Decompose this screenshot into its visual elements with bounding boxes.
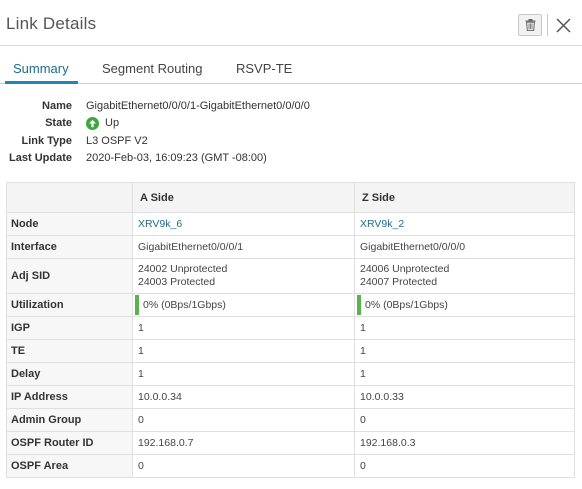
tab-segment-routing[interactable]: Segment Routing — [102, 61, 202, 76]
a-side-adj-sid-protected: 24003 Protected — [138, 276, 216, 288]
row-label-ospf-area: OSPF Area — [6, 454, 133, 478]
state-value-wrap: Up — [86, 116, 120, 130]
table-header-z-side: Z Side — [354, 182, 575, 213]
z-side-ospf-router-id: 192.168.0.3 — [354, 431, 575, 455]
delete-button[interactable] — [518, 14, 542, 36]
tab-summary[interactable]: Summary — [13, 61, 69, 76]
utilization-bar — [357, 295, 361, 315]
table-row: OSPF Router ID 192.168.0.7 192.168.0.3 — [6, 431, 575, 455]
z-side-ospf-area: 0 — [354, 454, 575, 478]
table-row: TE 1 1 — [6, 339, 575, 363]
row-label-te: TE — [6, 339, 133, 363]
summary-row-name: Name GigabitEthernet0/0/0/1-GigabitEther… — [0, 98, 582, 114]
table-row: IP Address 10.0.0.34 10.0.0.33 — [6, 385, 575, 409]
tab-bar: Summary Segment Routing RSVP-TE — [0, 46, 582, 84]
a-side-admin-group: 0 — [132, 408, 355, 432]
summary-row-state: State Up — [0, 115, 582, 131]
table-header-a-side: A Side — [132, 182, 355, 213]
trash-icon — [525, 19, 535, 31]
a-side-ospf-router-id: 192.168.0.7 — [132, 431, 355, 455]
close-icon — [555, 17, 571, 33]
row-label-ospf-router-id: OSPF Router ID — [6, 431, 133, 455]
a-side-te: 1 — [132, 339, 355, 363]
active-tab-indicator — [5, 81, 78, 84]
table-row: Interface GigabitEthernet0/0/0/1 Gigabit… — [6, 235, 575, 259]
z-side-adj-sid-unprotected: 24006 Unprotected — [360, 263, 450, 275]
z-side-ip-address: 10.0.0.33 — [354, 385, 575, 409]
z-side-te: 1 — [354, 339, 575, 363]
close-button[interactable] — [551, 13, 575, 37]
a-side-utilization: 0% (0Bps/1Gbps) — [132, 293, 355, 317]
arrow-up-circle-icon — [86, 116, 99, 130]
table-row: Node XRV9k_6 XRV9k_2 — [6, 212, 575, 236]
utilization-bar — [135, 295, 139, 315]
last-update-label: Last Update — [9, 152, 72, 164]
a-side-adj-sid: 24002 Unprotected 24003 Protected — [132, 258, 355, 294]
summary-row-link-type: Link Type L3 OSPF V2 — [0, 133, 582, 149]
z-side-adj-sid-protected: 24007 Protected — [360, 276, 438, 288]
a-side-interface: GigabitEthernet0/0/0/1 — [132, 235, 355, 259]
link-sides-table: A Side Z Side Node XRV9k_6 XRV9k_2 Inter… — [6, 182, 575, 478]
tab-rsvp-te[interactable]: RSVP-TE — [236, 61, 292, 76]
table-row: Admin Group 0 0 — [6, 408, 575, 432]
header-divider — [547, 14, 548, 36]
row-label-ip-address: IP Address — [6, 385, 133, 409]
dialog-title: Link Details — [6, 14, 97, 33]
z-side-delay: 1 — [354, 362, 575, 386]
z-side-interface: GigabitEthernet0/0/0/0 — [354, 235, 575, 259]
z-side-utilization-value: 0% (0Bps/1Gbps) — [365, 299, 448, 311]
z-side-utilization: 0% (0Bps/1Gbps) — [354, 293, 575, 317]
table-row: Adj SID 24002 Unprotected 24003 Protecte… — [6, 258, 575, 294]
a-side-igp: 1 — [132, 316, 355, 340]
table-row: Delay 1 1 — [6, 362, 575, 386]
table-header-empty — [6, 182, 133, 213]
table-row: OSPF Area 0 0 — [6, 454, 575, 478]
table-row: Utilization 0% (0Bps/1Gbps) 0% (0Bps/1Gb… — [6, 293, 575, 317]
row-label-interface: Interface — [6, 235, 133, 259]
row-label-delay: Delay — [6, 362, 133, 386]
name-label: Name — [42, 100, 72, 112]
row-label-node: Node — [6, 212, 133, 236]
link-type-value: L3 OSPF V2 — [86, 135, 148, 147]
z-side-admin-group: 0 — [354, 408, 575, 432]
row-label-admin-group: Admin Group — [6, 408, 133, 432]
a-side-ip-address: 10.0.0.34 — [132, 385, 355, 409]
table-row: IGP 1 1 — [6, 316, 575, 340]
a-side-adj-sid-unprotected: 24002 Unprotected — [138, 263, 228, 275]
summary-row-last-update: Last Update 2020-Feb-03, 16:09:23 (GMT -… — [0, 150, 582, 166]
a-side-utilization-value: 0% (0Bps/1Gbps) — [143, 299, 226, 311]
row-label-utilization: Utilization — [6, 293, 133, 317]
a-side-node-link[interactable]: XRV9k_6 — [138, 218, 182, 230]
z-side-igp: 1 — [354, 316, 575, 340]
z-side-node: XRV9k_2 — [354, 212, 575, 236]
dialog-header: Link Details — [0, 0, 582, 46]
table-header-row: A Side Z Side — [6, 182, 575, 213]
last-update-value: 2020-Feb-03, 16:09:23 (GMT -08:00) — [86, 152, 267, 164]
z-side-adj-sid: 24006 Unprotected 24007 Protected — [354, 258, 575, 294]
z-side-node-link[interactable]: XRV9k_2 — [360, 218, 404, 230]
link-type-label: Link Type — [21, 135, 72, 147]
name-value: GigabitEthernet0/0/0/1-GigabitEthernet0/… — [86, 100, 310, 112]
state-value: Up — [105, 117, 120, 129]
row-label-igp: IGP — [6, 316, 133, 340]
a-side-node: XRV9k_6 — [132, 212, 355, 236]
state-label: State — [45, 117, 72, 129]
row-label-adj-sid: Adj SID — [6, 258, 133, 294]
a-side-delay: 1 — [132, 362, 355, 386]
a-side-ospf-area: 0 — [132, 454, 355, 478]
